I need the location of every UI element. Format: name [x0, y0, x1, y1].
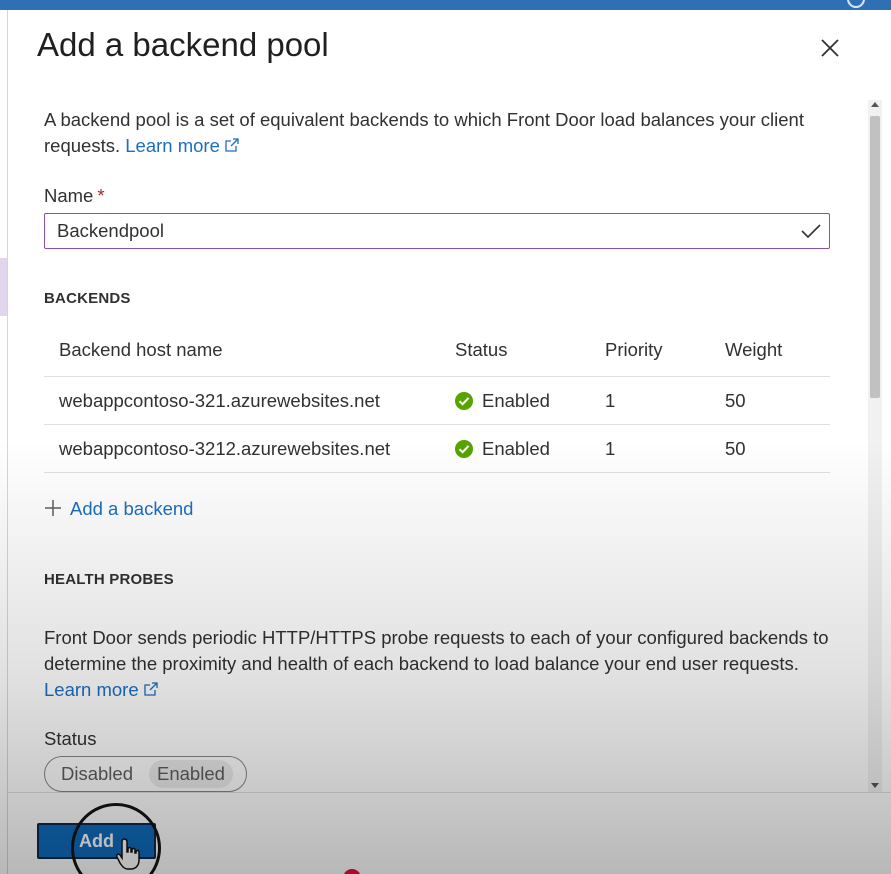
probes-learn-more-link[interactable]: Learn more [44, 679, 159, 700]
backend-priority-cell: 1 [605, 390, 616, 411]
add-backend-pool-panel: Add a backend pool A backend pool is a s… [8, 10, 891, 874]
recording-indicator [343, 869, 361, 874]
status-toggle[interactable]: Disabled Enabled [44, 756, 247, 792]
scroll-thumb[interactable] [870, 116, 880, 398]
table-row[interactable]: webappcontoso-321.azurewebsites.net Enab… [44, 377, 830, 425]
success-check-circle-icon [455, 392, 473, 410]
name-field[interactable] [44, 213, 830, 249]
background-blade [0, 10, 8, 874]
external-link-icon [143, 682, 158, 696]
add-backend-label: Add a backend [70, 498, 194, 519]
health-probes-heading: HEALTH PROBES [44, 571, 174, 588]
intro-description: A backend pool is a set of equivalent ba… [44, 107, 834, 159]
panel-footer: Add [8, 792, 891, 874]
intro-learn-more-label: Learn more [125, 135, 220, 156]
backend-host-cell: webappcontoso-321.azurewebsites.net [59, 390, 380, 411]
column-header-priority: Priority [605, 339, 663, 360]
plus-icon [45, 500, 61, 516]
close-button[interactable] [816, 34, 844, 62]
name-field-label: Name * [44, 185, 105, 206]
scroll-down-arrow-icon[interactable] [871, 783, 879, 788]
panel-title: Add a backend pool [37, 26, 329, 63]
required-mark: * [97, 185, 105, 206]
table-header-row: Backend host name Status Priority Weight [44, 330, 830, 377]
health-probes-text: Front Door sends periodic HTTP/HTTPS pro… [44, 627, 829, 674]
backend-host-cell: webappcontoso-3212.azurewebsites.net [59, 438, 391, 459]
add-backend-link[interactable]: Add a backend [44, 498, 193, 520]
backend-status-cell: Enabled [455, 377, 550, 425]
checkmark-icon [801, 224, 821, 239]
probes-learn-more-label: Learn more [44, 679, 139, 700]
column-header-weight: Weight [725, 339, 783, 360]
status-label: Status [44, 728, 97, 749]
success-check-circle-icon [455, 440, 473, 458]
close-icon [821, 39, 839, 57]
intro-learn-more-link[interactable]: Learn more [125, 135, 240, 156]
backends-heading: BACKENDS [44, 290, 131, 307]
backend-weight-cell: 50 [725, 390, 746, 411]
name-input[interactable] [57, 214, 777, 248]
portal-profile-icon[interactable] [847, 0, 865, 8]
scroll-up-arrow-icon[interactable] [871, 102, 879, 107]
backend-weight-cell: 50 [725, 438, 746, 459]
portal-top-bar [0, 0, 891, 10]
toggle-option-disabled[interactable]: Disabled [53, 760, 141, 788]
backend-status-cell: Enabled [455, 425, 550, 473]
column-header-host: Backend host name [59, 339, 223, 360]
background-selection-highlight [0, 258, 7, 316]
hand-pointer-icon [116, 838, 140, 870]
table-row[interactable]: webappcontoso-3212.azurewebsites.net Ena… [44, 425, 830, 473]
external-link-icon [225, 138, 239, 152]
column-header-status: Status [455, 339, 508, 360]
health-probes-description: Front Door sends periodic HTTP/HTTPS pro… [44, 625, 844, 703]
toggle-option-enabled[interactable]: Enabled [149, 760, 233, 788]
panel-scrollbar[interactable] [868, 100, 882, 792]
backend-priority-cell: 1 [605, 438, 616, 459]
backends-table: Backend host name Status Priority Weight… [44, 330, 830, 473]
